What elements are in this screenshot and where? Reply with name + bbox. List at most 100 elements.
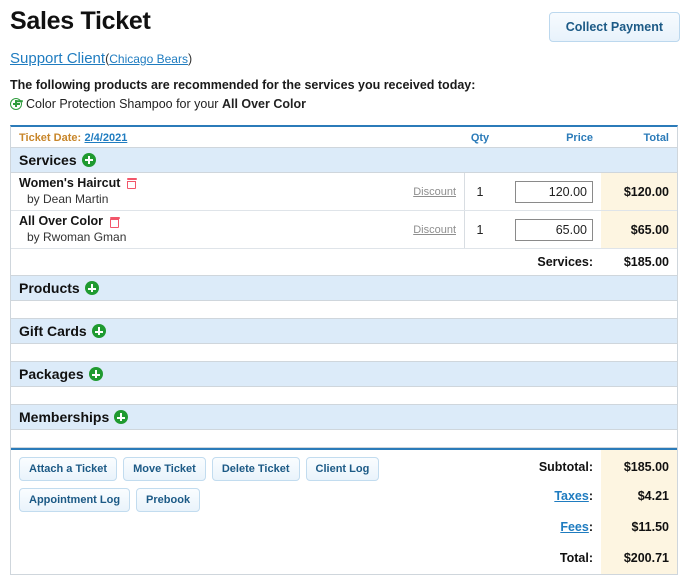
add-package-icon[interactable] [88, 367, 103, 382]
item-qty-cell: 1 [464, 211, 495, 249]
appointment-log-button[interactable]: Appointment Log [19, 488, 131, 513]
total-label: Total [559, 551, 589, 566]
ticket-date-cell: Ticket Date: 2/4/2021 [11, 130, 385, 144]
section-body-gift-cards [11, 344, 677, 363]
item-info-cell: All Over Color by Rwoman Gman [11, 211, 384, 248]
section-title-gift-cards: Gift Cards [19, 323, 87, 340]
ticket-footer: Attach a Ticket Move Ticket Delete Ticke… [11, 448, 677, 575]
item-provider: by Dean Martin [27, 191, 109, 206]
sales-ticket-page: Sales Ticket Collect Payment Support Cli… [0, 0, 688, 575]
item-name: All Over Color [19, 214, 104, 229]
column-header-qty: Qty [470, 132, 490, 144]
attach-a-ticket-button[interactable]: Attach a Ticket [19, 457, 118, 482]
collect-payment-button[interactable]: Collect Payment [548, 12, 680, 42]
item-discount-cell: Discount [384, 211, 464, 248]
taxes-value: $4.21 [637, 489, 669, 504]
delete-item-trash-icon[interactable] [126, 178, 137, 190]
section-subtotal-label: Services: [537, 255, 593, 270]
column-header-total-cell: Total [601, 130, 677, 144]
totals-labels: Subtotal: Taxes: Fees: Total: [502, 450, 601, 574]
item-total: $120.00 [623, 184, 669, 199]
total-value: $200.71 [623, 551, 669, 566]
ticket-actions: Attach a Ticket Move Ticket Delete Ticke… [11, 450, 502, 574]
item-name: Women's Haircut [19, 176, 121, 190]
fees-label-row: Fees: [560, 520, 593, 535]
recommendation-item: Color Protection Shampoo for your All Ov… [10, 95, 678, 113]
subtotal-label-row: Subtotal: [538, 460, 593, 475]
item-total-cell: $65.00 [601, 211, 677, 249]
column-header-price: Price [566, 132, 593, 144]
total-label-row: Total: [559, 551, 593, 566]
delete-ticket-button[interactable]: Delete Ticket [211, 457, 300, 482]
client-line: Support Client(Chicago Bears) [0, 42, 688, 68]
client-name-link[interactable]: Support Client [10, 50, 105, 67]
section-subtotal-label-cell: Services: [495, 255, 601, 269]
fees-value: $11.50 [631, 520, 669, 535]
move-ticket-button[interactable]: Move Ticket [123, 457, 206, 482]
section-header-memberships: Memberships [11, 405, 677, 431]
item-name-row: Women's Haircut [19, 176, 384, 192]
section-header-gift-cards: Gift Cards [11, 319, 677, 345]
prebook-button[interactable]: Prebook [136, 488, 201, 513]
page-title: Sales Ticket [10, 7, 151, 35]
ticket-date-label: Ticket Date: [19, 132, 82, 144]
taxes-label-row: Taxes: [554, 489, 593, 504]
item-provider: by Rwoman Gman [27, 229, 127, 244]
ticket-date-link[interactable]: 2/4/2021 [85, 132, 128, 144]
item-info-cell: Women's Haircut by Dean Martin [11, 173, 384, 210]
add-product-icon[interactable] [84, 281, 99, 296]
section-title-services: Services [19, 152, 77, 168]
recommendations-heading: The following products are recommended f… [10, 78, 476, 92]
item-price-cell [495, 211, 601, 248]
section-body-packages [11, 387, 677, 406]
discount-link[interactable]: Discount [413, 224, 456, 236]
column-header-total: Total [643, 132, 669, 144]
discount-link[interactable]: Discount [413, 186, 456, 198]
item-qty-cell: 1 [464, 173, 495, 211]
page-header: Sales Ticket Collect Payment [0, 0, 688, 42]
item-qty: 1 [476, 222, 484, 237]
section-title-packages: Packages [19, 366, 84, 383]
add-circle-outline-icon[interactable] [10, 97, 22, 110]
taxes-link[interactable]: Taxes [554, 489, 589, 503]
client-location-link[interactable]: Chicago Bears [109, 52, 188, 66]
item-name-row: All Over Color [19, 214, 384, 230]
table-row: Women's Haircut by Dean Martin Discount … [11, 173, 677, 212]
add-gift-card-icon[interactable] [91, 324, 106, 339]
section-subtotal-value: $185.00 [623, 255, 669, 270]
totals-panel: Subtotal: Taxes: Fees: Total: $185.00 $4… [502, 450, 677, 575]
section-subtotal-value-cell: $185.00 [601, 255, 677, 269]
table-row: All Over Color by Rwoman Gman Discount 1… [11, 211, 677, 250]
item-price-input[interactable] [515, 218, 593, 241]
recommendation-prefix: Color Protection Shampoo for your [26, 96, 222, 111]
ticket-table: Ticket Date: 2/4/2021 Qty Price Total Se… [10, 125, 678, 575]
item-price-cell [495, 173, 601, 210]
item-price-input[interactable] [515, 180, 593, 203]
totals-values: $185.00 $4.21 $11.50 $200.71 [601, 450, 677, 575]
recommendations-block: The following products are recommended f… [0, 68, 688, 113]
add-service-icon[interactable] [81, 153, 96, 167]
section-header-services: Services [11, 148, 677, 173]
item-total-cell: $120.00 [601, 173, 677, 211]
recommendation-service: All Over Color [221, 96, 306, 111]
client-log-button[interactable]: Client Log [305, 457, 380, 482]
subtotal-value: $185.00 [623, 460, 669, 475]
column-header-price-cell: Price [495, 130, 601, 144]
ticket-date-row: Ticket Date: 2/4/2021 Qty Price Total [11, 127, 677, 148]
action-button-row-2: Appointment Log Prebook [19, 488, 502, 513]
section-body-memberships [11, 430, 677, 449]
section-header-products: Products [11, 276, 677, 302]
action-button-row-1: Attach a Ticket Move Ticket Delete Ticke… [19, 457, 502, 482]
recommendation-text: Color Protection Shampoo for your All Ov… [26, 95, 306, 113]
section-body-products [11, 301, 677, 320]
section-title-memberships: Memberships [19, 409, 110, 426]
delete-item-trash-icon[interactable] [109, 216, 120, 228]
add-membership-icon[interactable] [114, 410, 129, 425]
client-paren-close: ) [187, 52, 193, 66]
item-qty: 1 [476, 184, 484, 199]
item-total: $65.00 [630, 222, 669, 237]
section-title-products: Products [19, 280, 80, 297]
section-subtotal-row-services: Services: $185.00 [11, 249, 677, 277]
column-header-qty-cell: Qty [465, 130, 495, 144]
fees-link[interactable]: Fees [560, 520, 589, 534]
